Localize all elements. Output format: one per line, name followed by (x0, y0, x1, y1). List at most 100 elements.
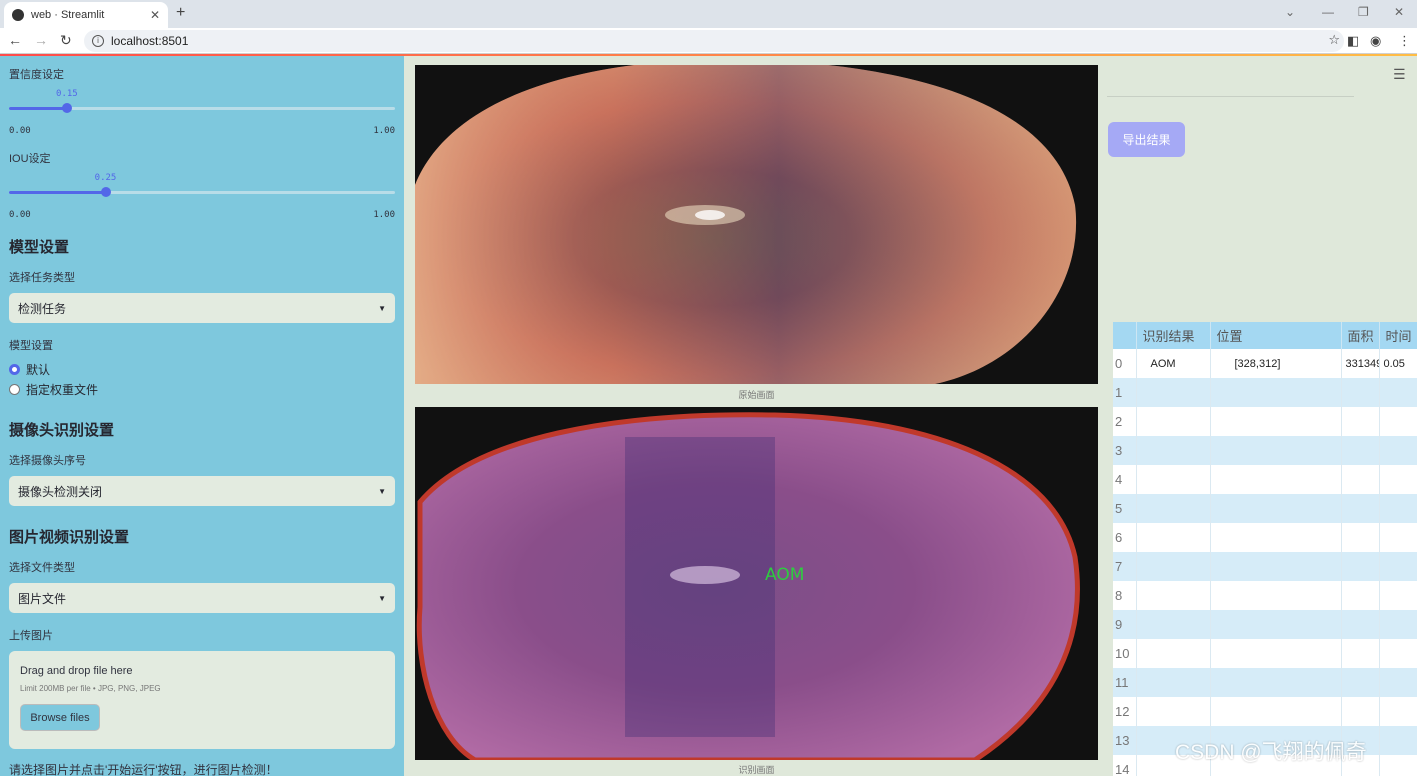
profile-avatar-icon[interactable]: ◉ (1370, 33, 1381, 49)
table-cell (1210, 668, 1342, 697)
table-cell: 0.05 (1379, 349, 1417, 378)
table-cell (1341, 697, 1380, 726)
task-type-select[interactable]: 检测任务 ▼ (9, 293, 395, 323)
table-row[interactable]: 2 (1113, 407, 1417, 436)
table-row[interactable]: 5 (1113, 494, 1417, 523)
camera-index-select[interactable]: 摄像头检测关闭 ▼ (9, 476, 395, 506)
close-window-icon[interactable]: ✕ (1394, 5, 1404, 19)
slider-thumb[interactable] (100, 187, 111, 197)
slider-thumb[interactable] (61, 103, 72, 113)
table-header[interactable]: 位置 (1210, 322, 1342, 349)
table-cell (1379, 639, 1417, 668)
minimize-icon[interactable]: — (1322, 5, 1334, 19)
table-cell (1379, 755, 1417, 776)
tab-title: web · Streamlit (31, 9, 105, 21)
camera-index-value: 摄像头检测关闭 (18, 484, 103, 499)
reload-icon[interactable]: ↻ (60, 32, 72, 49)
slider-fill (9, 191, 106, 194)
export-results-button[interactable]: 导出结果 (1108, 122, 1185, 157)
file-uploader-dropzone[interactable]: Drag and drop file here Limit 200MB per … (9, 651, 395, 749)
sidebar-panel-icon[interactable]: ◧ (1347, 33, 1359, 49)
table-cell (1136, 494, 1211, 523)
table-cell: AOM (1136, 349, 1211, 378)
chevron-down-icon: ▼ (378, 303, 386, 313)
table-cell: 7 (1113, 552, 1137, 581)
table-cell: 6 (1113, 523, 1137, 552)
tab-search-icon[interactable]: ⌄ (1285, 5, 1295, 19)
iou-label: IOU设定 (9, 153, 51, 165)
model-radio-group: 默认 指定权重文件 (9, 359, 395, 399)
table-cell: 1 (1113, 378, 1137, 407)
model-settings-label: 模型设置 (9, 340, 53, 352)
table-cell (1341, 523, 1380, 552)
table-row[interactable]: 8 (1113, 581, 1417, 610)
table-cell (1210, 552, 1342, 581)
table-row[interactable]: 4 (1113, 465, 1417, 494)
slider-value: 0.15 (56, 89, 78, 99)
table-row[interactable]: 0 AOM [328,312] 331349 0.05 (1113, 349, 1417, 378)
table-header[interactable]: 识别结果 (1136, 322, 1211, 349)
file-type-select[interactable]: 图片文件 ▼ (9, 583, 395, 613)
table-row[interactable]: 12 (1113, 697, 1417, 726)
browser-tab[interactable]: web · Streamlit ✕ (4, 2, 168, 28)
table-header[interactable] (1113, 322, 1137, 349)
forward-icon[interactable]: → (34, 32, 48, 48)
table-header[interactable]: 面积 (1341, 322, 1380, 349)
table-header-row: 识别结果 位置 面积 时间 (1113, 322, 1417, 349)
table-cell (1136, 639, 1211, 668)
site-info-icon[interactable]: i (92, 35, 104, 47)
table-row[interactable]: 3 (1113, 436, 1417, 465)
original-caption: 原始画面 (738, 390, 775, 400)
table-cell: 14 (1113, 755, 1137, 776)
radio-default[interactable]: 默认 (9, 359, 395, 379)
radio-custom-weights[interactable]: 指定权重文件 (9, 379, 395, 399)
table-row[interactable]: 1 (1113, 378, 1417, 407)
table-cell (1379, 668, 1417, 697)
task-type-value: 检测任务 (18, 301, 67, 316)
table-row[interactable]: 10 (1113, 639, 1417, 668)
iou-slider[interactable]: 0.25 0.00 1.00 (9, 170, 395, 220)
table-header[interactable]: 时间 (1379, 322, 1417, 349)
table-cell (1379, 407, 1417, 436)
camera-section-heading: 摄像头识别设置 (9, 422, 115, 439)
table-cell: 10 (1113, 639, 1137, 668)
table-cell: 8 (1113, 581, 1137, 610)
original-image (415, 65, 1098, 384)
table-row[interactable]: 9 (1113, 610, 1417, 639)
new-tab-icon[interactable]: + (176, 4, 185, 22)
upload-hint: 请选择图片并点击'开始运行'按钮，进行图片检测！ (9, 763, 278, 776)
result-caption: 识别画面 (738, 765, 775, 775)
radio-label: 指定权重文件 (26, 382, 99, 397)
table-cell: 4 (1113, 465, 1137, 494)
uploader-subtitle: Limit 200MB per file • JPG, PNG, JPEG (20, 684, 161, 693)
restore-icon[interactable]: ❐ (1358, 5, 1369, 19)
table-cell (1210, 378, 1342, 407)
detection-label: AOM (765, 565, 804, 585)
task-type-label: 选择任务类型 (9, 272, 75, 284)
browse-files-button[interactable]: Browse files (20, 704, 100, 731)
tab-close-icon[interactable]: ✕ (150, 8, 160, 22)
file-type-value: 图片文件 (18, 591, 67, 606)
table-row[interactable]: 6 (1113, 523, 1417, 552)
table-cell (1379, 581, 1417, 610)
table-cell (1379, 436, 1417, 465)
table-row[interactable]: 7 (1113, 552, 1417, 581)
browser-menu-icon[interactable]: ⋮ (1398, 33, 1411, 49)
table-cell: 0 (1113, 349, 1137, 378)
bookmark-star-icon[interactable]: ☆ (1328, 32, 1340, 48)
url-text: localhost:8501 (111, 34, 189, 48)
browser-tab-bar: web · Streamlit ✕ + ⌄ — ❐ ✕ (0, 0, 1417, 28)
table-cell (1136, 581, 1211, 610)
sidebar: 置信度设定 0.15 0.00 1.00 IOU设定 0.25 0.00 1.0… (0, 56, 404, 776)
url-field[interactable]: i localhost:8501 ☆ (84, 30, 1344, 52)
table-cell (1379, 552, 1417, 581)
slider-fill (9, 107, 67, 110)
radio-selected-icon (9, 363, 20, 375)
table-row[interactable]: 11 (1113, 668, 1417, 697)
confidence-slider[interactable]: 0.15 0.00 1.00 (9, 86, 395, 136)
table-cell (1136, 523, 1211, 552)
hamburger-menu-icon[interactable]: ☰ (1393, 66, 1406, 83)
camera-index-label: 选择摄像头序号 (9, 455, 86, 467)
back-icon[interactable]: ← (8, 32, 22, 48)
table-cell (1341, 494, 1380, 523)
